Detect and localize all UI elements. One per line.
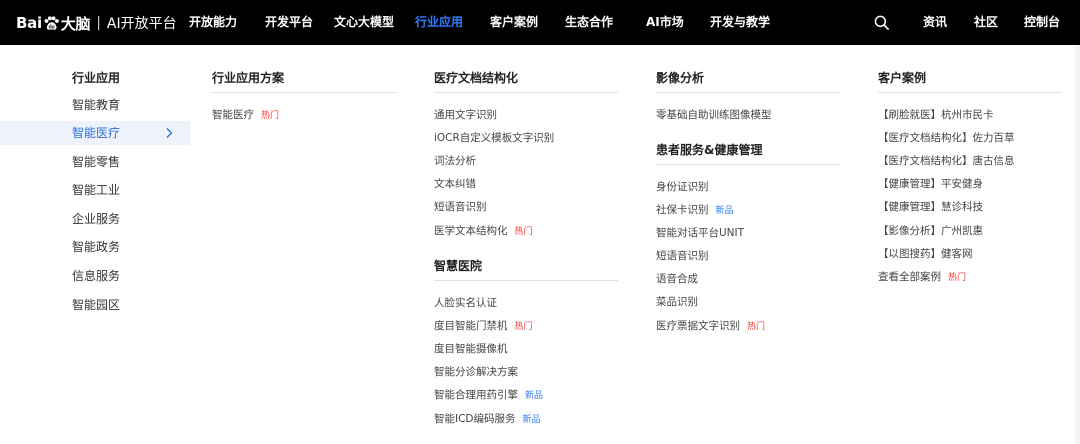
- nav-item-ecosystem[interactable]: 生态合作: [565, 0, 613, 45]
- link-label: 智能合理用药引擎: [434, 389, 518, 401]
- link-label: 度目智能门禁机: [434, 320, 508, 332]
- top-navigation-bar: Bai du 大脑 | AI开放平台 开放能力 开发平台 文心大模型 行业应用 …: [0, 0, 1080, 45]
- link-case-pingan[interactable]: 【健康管理】平安健身: [878, 176, 983, 191]
- logo-separator: |: [96, 15, 101, 31]
- link-medical-receipt-ocr[interactable]: 医疗票据文字识别 热门: [656, 318, 765, 333]
- link-social-security-card[interactable]: 社保卡识别 新品: [656, 202, 734, 217]
- logo-text-bai: Bai: [16, 14, 42, 32]
- column-title-imaging: 影像分析: [656, 71, 705, 85]
- left-menu-title: 行业应用: [72, 71, 121, 85]
- divider: [212, 92, 396, 93]
- scrollbar-track[interactable]: [1075, 45, 1080, 444]
- link-medication-engine[interactable]: 智能合理用药引擎 新品: [434, 387, 543, 402]
- new-badge: 新品: [522, 415, 541, 425]
- chevron-right-icon: [166, 128, 173, 138]
- link-label: 医学文本结构化: [434, 225, 508, 237]
- logo-text-danao: 大脑: [60, 14, 91, 33]
- link-short-speech[interactable]: 短语音识别: [434, 199, 487, 214]
- left-menu-item-park[interactable]: 智能园区: [0, 293, 190, 317]
- link-medical-text-structuring[interactable]: 医学文本结构化 热门: [434, 223, 533, 238]
- link-face-verification[interactable]: 人脸实名认证: [434, 295, 497, 310]
- link-view-all-cases[interactable]: 查看全部案例 热门: [878, 269, 966, 284]
- link-case-hangzhou-card[interactable]: 【刷脸就医】杭州市民卡: [878, 107, 994, 122]
- link-case-tanggu[interactable]: 【医疗文档结构化】唐古信息: [878, 153, 1015, 168]
- link-zero-code-image-model[interactable]: 零基础自助训练图像模型: [656, 107, 772, 122]
- hot-badge: 热门: [261, 111, 280, 121]
- new-badge: 新品: [525, 391, 544, 401]
- left-menu-item-label: 智能医疗: [72, 126, 121, 140]
- link-label: 智能ICD编码服务: [434, 413, 516, 425]
- link-case-guangzhou-kaihui[interactable]: 【影像分析】广州凯惠: [878, 223, 983, 238]
- brand-logo[interactable]: Bai du 大脑 | AI开放平台: [16, 13, 177, 33]
- hot-badge: 热门: [514, 227, 533, 237]
- logo-product-name: AI开放平台: [106, 16, 177, 32]
- svg-text:du: du: [48, 24, 54, 30]
- baidu-paw-icon: du: [44, 15, 59, 30]
- link-short-speech-2[interactable]: 短语音识别: [656, 248, 709, 263]
- link-id-card-ocr[interactable]: 身份证识别: [656, 179, 709, 194]
- nav-item-dev-platform[interactable]: 开发平台: [265, 0, 313, 45]
- divider: [434, 92, 618, 93]
- nav-item-dev-teaching[interactable]: 开发与教学: [710, 0, 770, 45]
- left-menu-item-education[interactable]: 智能教育: [0, 93, 190, 117]
- nav-item-industry-apps[interactable]: 行业应用: [415, 0, 463, 45]
- nav-item-community[interactable]: 社区: [974, 0, 998, 45]
- column-title-smart-hospital: 智慧医院: [434, 259, 483, 273]
- link-icd-coding[interactable]: 智能ICD编码服务 新品: [434, 411, 541, 426]
- link-speech-synthesis[interactable]: 语音合成: [656, 271, 698, 286]
- link-case-zuoli[interactable]: 【医疗文档结构化】佐力百草: [878, 130, 1015, 145]
- column-title-doc-structuring: 医疗文档结构化: [434, 71, 519, 85]
- nav-item-customer-cases[interactable]: 客户案例: [490, 0, 538, 45]
- link-case-jianke[interactable]: 【以图搜药】健客网: [878, 246, 973, 261]
- link-label: 智能医疗: [212, 109, 254, 121]
- nav-item-news[interactable]: 资讯: [923, 0, 947, 45]
- nav-item-console[interactable]: 控制台: [1024, 0, 1060, 45]
- hot-badge: 热门: [747, 322, 766, 332]
- hot-badge: 热门: [948, 273, 967, 283]
- left-menu-item-industrial[interactable]: 智能工业: [0, 178, 190, 202]
- left-menu-item-government[interactable]: 智能政务: [0, 235, 190, 259]
- column-title-patient-services: 患者服务&健康管理: [656, 143, 763, 157]
- link-smart-triage[interactable]: 智能分诊解决方案: [434, 364, 518, 379]
- link-dish-recognition[interactable]: 菜品识别: [656, 294, 698, 309]
- link-iocr-template[interactable]: iOCR自定义模板文字识别: [434, 130, 554, 145]
- link-unit-dialogue[interactable]: 智能对话平台UNIT: [656, 225, 744, 240]
- left-menu-item-retail[interactable]: 智能零售: [0, 150, 190, 174]
- hot-badge: 热门: [514, 322, 533, 332]
- left-menu-item-information[interactable]: 信息服务: [0, 264, 190, 288]
- divider: [656, 164, 840, 165]
- link-smart-healthcare[interactable]: 智能医疗 热门: [212, 107, 279, 122]
- divider: [878, 92, 1062, 93]
- divider: [656, 92, 840, 93]
- link-general-ocr[interactable]: 通用文字识别: [434, 107, 497, 122]
- link-text-correction[interactable]: 文本纠错: [434, 176, 476, 191]
- industry-mega-menu: 行业应用 智能教育 智能医疗 智能零售 智能工业 企业服务 智能政务 信息服务 …: [0, 45, 1080, 444]
- left-menu-item-healthcare[interactable]: 智能医疗: [0, 121, 190, 145]
- link-label: 查看全部案例: [878, 271, 941, 283]
- nav-item-ai-market[interactable]: AI市场: [646, 0, 684, 45]
- column-title-customer-cases: 客户案例: [878, 71, 927, 85]
- divider: [434, 280, 618, 281]
- new-badge: 新品: [715, 206, 734, 216]
- search-icon[interactable]: [874, 15, 889, 30]
- nav-item-wenxin-model[interactable]: 文心大模型: [334, 0, 394, 45]
- link-dumu-access-control[interactable]: 度目智能门禁机 热门: [434, 318, 533, 333]
- link-dumu-camera[interactable]: 度目智能摄像机: [434, 341, 508, 356]
- link-case-huizhen[interactable]: 【健康管理】慧诊科技: [878, 199, 983, 214]
- nav-item-open-capabilities[interactable]: 开放能力: [189, 0, 237, 45]
- left-menu-item-enterprise[interactable]: 企业服务: [0, 207, 190, 231]
- column-title-solutions: 行业应用方案: [212, 71, 285, 85]
- link-lexical-analysis[interactable]: 词法分析: [434, 153, 476, 168]
- link-label: 社保卡识别: [656, 204, 709, 216]
- link-label: 医疗票据文字识别: [656, 320, 740, 332]
